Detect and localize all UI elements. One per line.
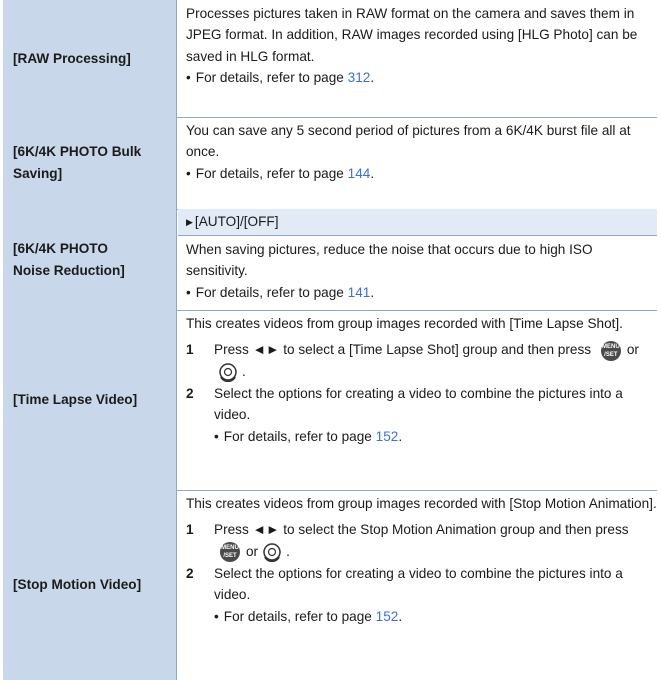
row-description: Processes pictures taken in RAW format o… (178, 0, 657, 117)
page-reference: For details, refer to page 152. (186, 606, 657, 627)
row-label: [RAW Processing] (3, 0, 177, 117)
step-1: 1 Press ◄► to select the Stop Motion Ani… (186, 519, 657, 562)
control-dial-icon (263, 543, 281, 562)
page-link[interactable]: 152 (376, 429, 399, 444)
page-link[interactable]: 152 (376, 609, 399, 624)
row-description: This creates videos from group images re… (178, 490, 657, 680)
table-row: [6K/4K PHOTO Bulk Saving] You can save an… (3, 117, 657, 210)
description-text: This creates videos from group images re… (186, 496, 657, 511)
page-link[interactable]: 312 (348, 70, 371, 85)
row-description: ▶ [AUTO]/[OFF] When saving pictures, redu… (178, 209, 657, 310)
table-row: [6K/4K PHOTO Noise Reduction] ▶ [AUTO]/[OF… (3, 209, 657, 311)
table-row: [Stop Motion Video] This creates videos … (3, 490, 657, 680)
row-label: [Time Lapse Video] (3, 310, 177, 490)
menu-set-button-icon: MENU/SET (600, 340, 621, 361)
menu-set-button-icon: MENU/SET (220, 542, 240, 562)
page-reference: For details, refer to page 152. (186, 426, 657, 447)
left-right-arrows-icon: ◄► (252, 342, 280, 358)
description-text: This creates videos from group images re… (186, 316, 623, 331)
description-text: When saving pictures, reduce the noise t… (186, 242, 593, 279)
left-right-arrows-icon: ◄► (252, 522, 280, 538)
step-1: 1 Press ◄► to select a [Time Lapse Shot]… (186, 339, 657, 383)
page-reference: For details, refer to page 141. (186, 282, 657, 303)
page-reference: For details, refer to page 312. (186, 67, 657, 88)
table-row: [Time Lapse Video] This creates videos f… (3, 310, 657, 491)
description-text: You can save any 5 second period of pict… (186, 123, 631, 160)
row-description: This creates videos from group images re… (178, 310, 657, 490)
page-reference: For details, refer to page 144. (186, 163, 657, 184)
table-row: [RAW Processing] Processes pictures take… (3, 0, 657, 118)
triangle-right-icon: ▶ (186, 217, 193, 227)
row-label: [6K/4K PHOTO Noise Reduction] (3, 209, 177, 310)
page-link[interactable]: 141 (348, 285, 371, 300)
description-text: Processes pictures taken in RAW format o… (186, 6, 638, 64)
settings-table: [RAW Processing] Processes pictures take… (3, 0, 657, 680)
page-link[interactable]: 144 (348, 166, 371, 181)
step-2: 2 Select the options for creating a vide… (186, 386, 623, 423)
row-label: [6K/4K PHOTO Bulk Saving] (3, 117, 177, 209)
option-values: ▶ [AUTO]/[OFF] (178, 209, 657, 236)
row-description: You can save any 5 second period of pict… (178, 117, 657, 209)
row-label: [Stop Motion Video] (3, 490, 177, 680)
control-dial-icon (219, 363, 237, 383)
step-2: 2 Select the options for creating a vide… (186, 566, 623, 603)
